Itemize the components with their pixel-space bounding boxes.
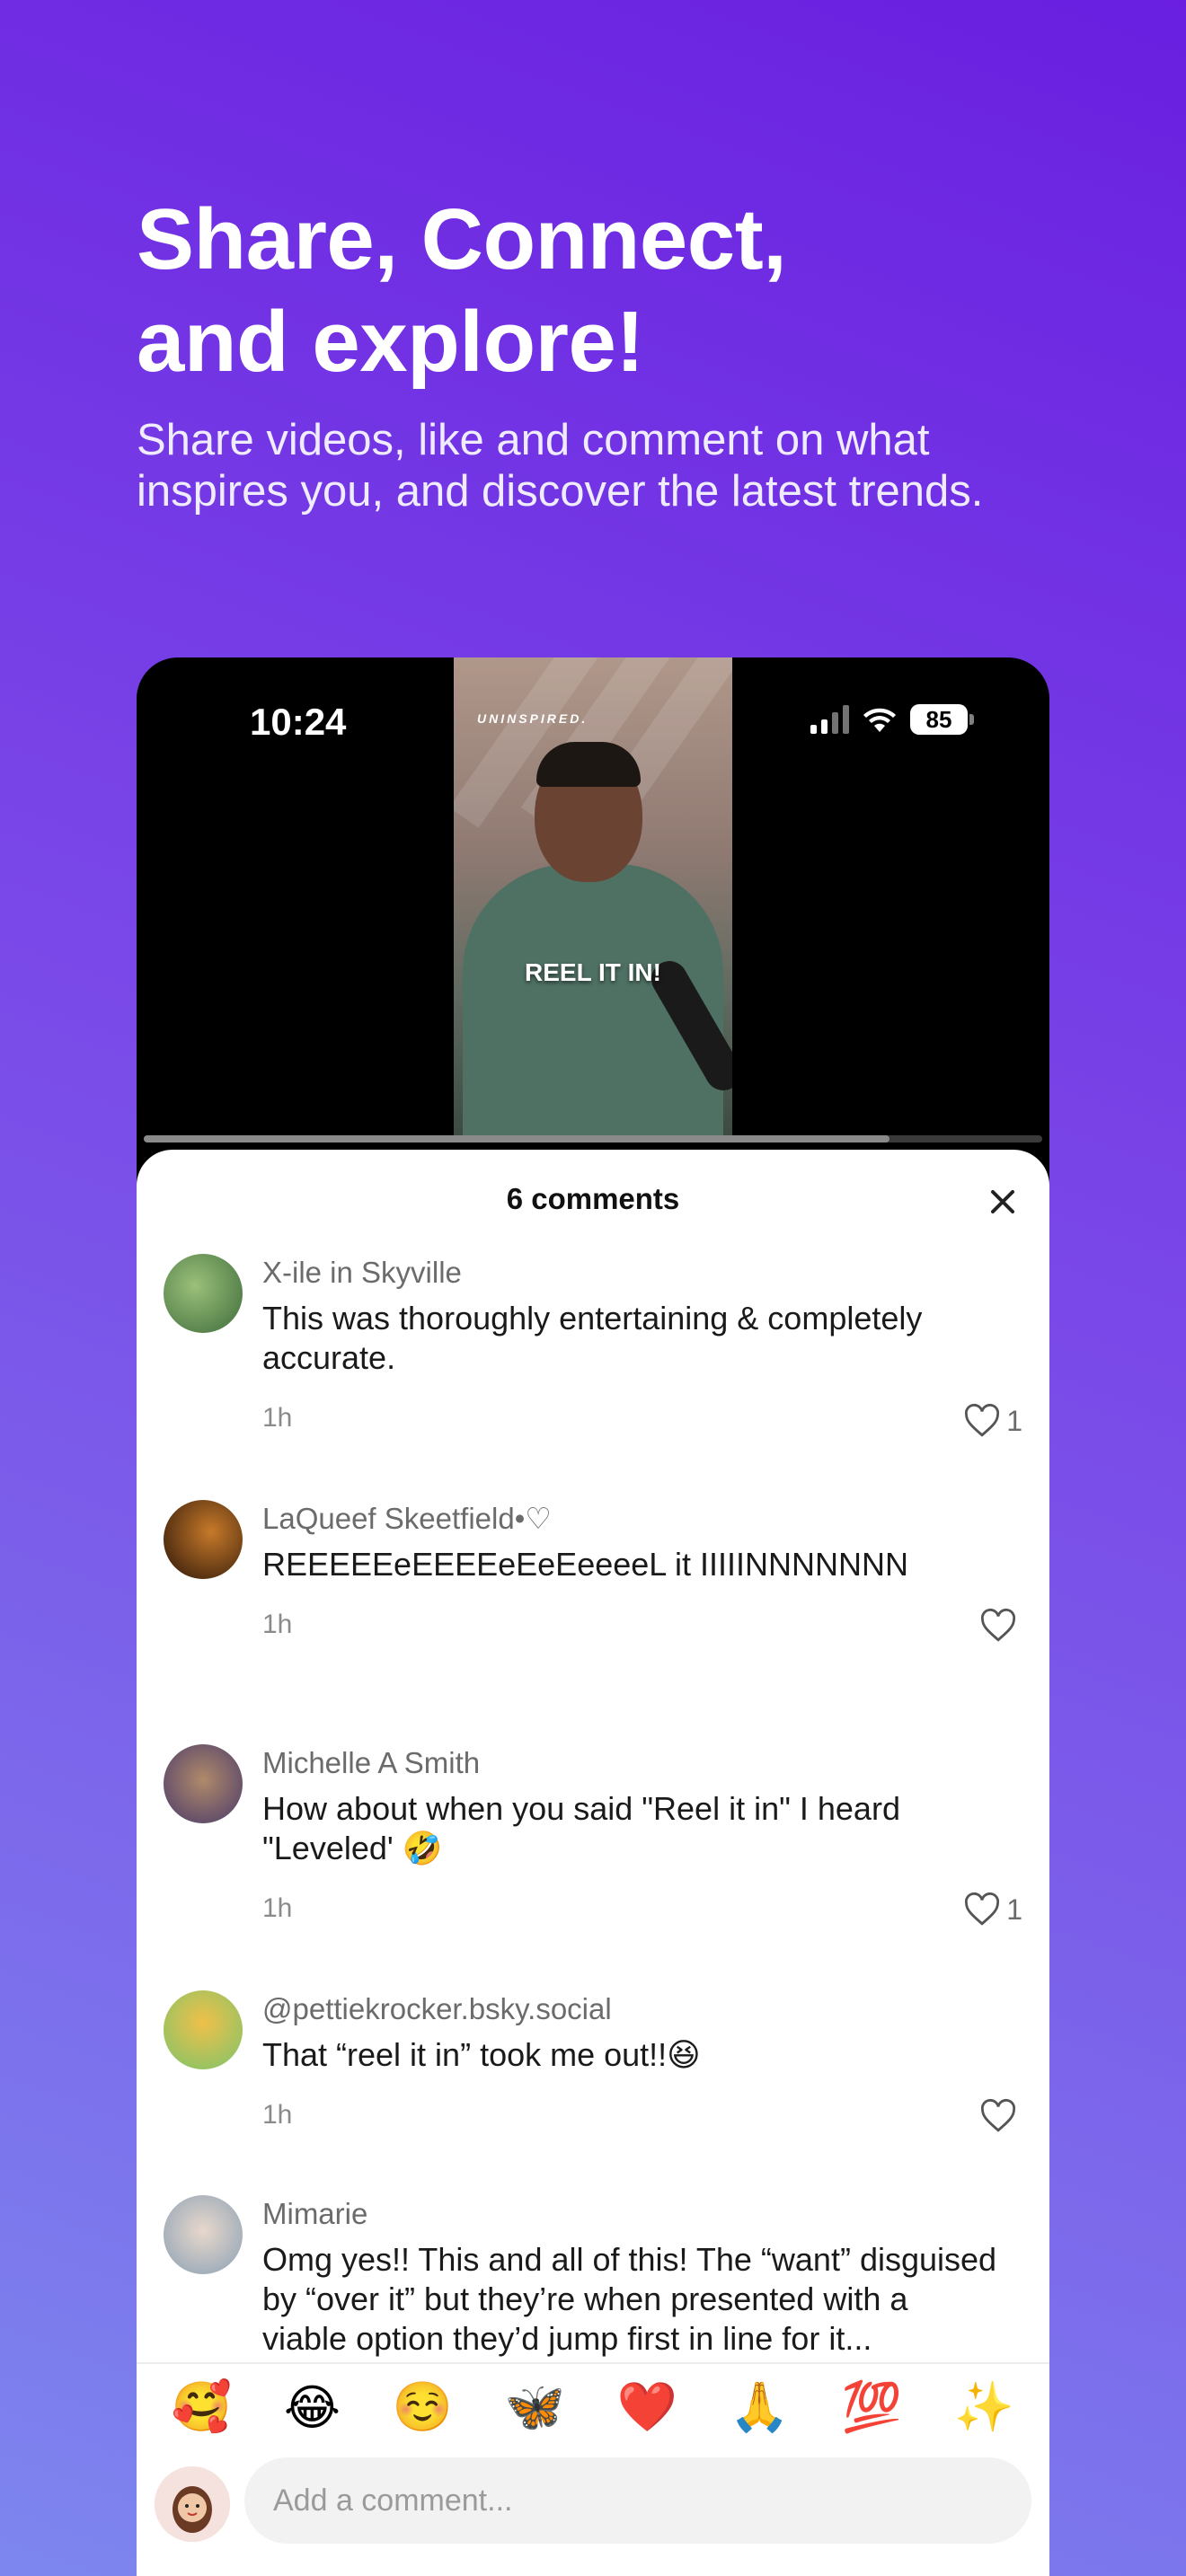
emoji-button[interactable]: 😂 xyxy=(284,2379,341,2436)
comment-author[interactable]: X-ile in Skyville xyxy=(262,1254,999,1292)
comment-author[interactable]: Mimarie xyxy=(262,2195,999,2233)
heart-icon xyxy=(965,1892,1000,1926)
comment-text: That “reel it in” took me out!!😆 xyxy=(262,2036,701,2073)
heart-icon xyxy=(980,1608,1016,1642)
comment-time: 1h xyxy=(262,1610,293,1639)
comment-time: 1h xyxy=(262,1893,293,1923)
comment-author[interactable]: Michelle A Smith xyxy=(262,1744,999,1782)
emoji-quick-bar: 🥰 😂 ☺️ 🦋 ❤️ 🙏 💯 ✨ xyxy=(137,2362,1049,2450)
like-button[interactable]: 1 xyxy=(963,1403,1022,1439)
comment-text: This was thoroughly entertaining & compl… xyxy=(262,1300,923,1376)
emoji-button[interactable]: ✨ xyxy=(954,2378,1014,2436)
video-caption: REEL IT IN! xyxy=(525,958,661,986)
emoji-button[interactable]: ❤️ xyxy=(617,2378,677,2436)
comment-time: 1h xyxy=(262,1403,293,1433)
avatar[interactable] xyxy=(164,1500,243,1579)
headline-line-1: Share, Connect, xyxy=(137,191,787,287)
comment-author[interactable]: LaQueef Skeetfield•♡ xyxy=(262,1500,999,1538)
avatar[interactable] xyxy=(164,1990,243,2069)
like-count: 1 xyxy=(1006,1404,1022,1437)
promo-headline: Share, Connect, and explore! xyxy=(137,189,1080,393)
avatar[interactable] xyxy=(164,2195,243,2274)
close-icon xyxy=(991,1190,1014,1213)
video-player[interactable]: UNINSPIRED. REEL IT IN! xyxy=(454,657,732,1142)
headline-line-2: and explore! xyxy=(137,294,644,390)
like-button[interactable]: 1 xyxy=(963,1892,1022,1928)
comment-composer xyxy=(137,2457,1049,2576)
battery-icon: 85 xyxy=(910,704,974,735)
comment-time: 1h xyxy=(262,2100,293,2130)
heart-icon xyxy=(980,2098,1016,2132)
video-progress-fill xyxy=(144,1135,890,1142)
status-icons: 85 xyxy=(810,704,974,735)
video-brand: UNINSPIRED. xyxy=(477,711,589,726)
comments-title: 6 comments xyxy=(506,1182,680,1215)
emoji-button[interactable]: ☺️ xyxy=(393,2378,453,2436)
emoji-button[interactable]: 💯 xyxy=(842,2378,902,2436)
comment-text: How about when you said "Reel it in" I h… xyxy=(262,1790,900,1866)
promo-subline: Share videos, like and comment on what i… xyxy=(137,416,984,516)
comment-input[interactable] xyxy=(244,2457,1031,2544)
video-progress[interactable] xyxy=(144,1135,1042,1142)
avatar[interactable] xyxy=(164,1254,243,1333)
heart-icon xyxy=(965,1403,1000,1437)
avatar[interactable] xyxy=(164,1744,243,1823)
signal-icon xyxy=(810,705,849,734)
emoji-button[interactable]: 🙏 xyxy=(730,2378,790,2436)
like-count: 1 xyxy=(1006,1892,1022,1926)
emoji-button[interactable]: 🥰 xyxy=(172,2378,232,2436)
comment-author[interactable]: @pettiekrocker.bsky.social xyxy=(262,1990,999,2028)
phone-mockup: UNINSPIRED. REEL IT IN! 10:24 85 6 comme… xyxy=(137,657,1049,2576)
user-avatar[interactable] xyxy=(155,2466,230,2542)
wifi-icon xyxy=(863,708,896,732)
like-button[interactable] xyxy=(979,2098,1022,2134)
status-time: 10:24 xyxy=(250,701,347,743)
avatar-icon xyxy=(155,2466,230,2542)
close-button[interactable] xyxy=(983,1182,1022,1222)
like-button[interactable] xyxy=(979,1608,1022,1644)
emoji-button[interactable]: 🦋 xyxy=(505,2378,565,2436)
comment-text: REEEEEeEEEEeEeEeeeeL it IIIIINNNNNNN xyxy=(262,1546,908,1583)
comment-text: Omg yes!! This and all of this! The “wan… xyxy=(262,2241,997,2357)
